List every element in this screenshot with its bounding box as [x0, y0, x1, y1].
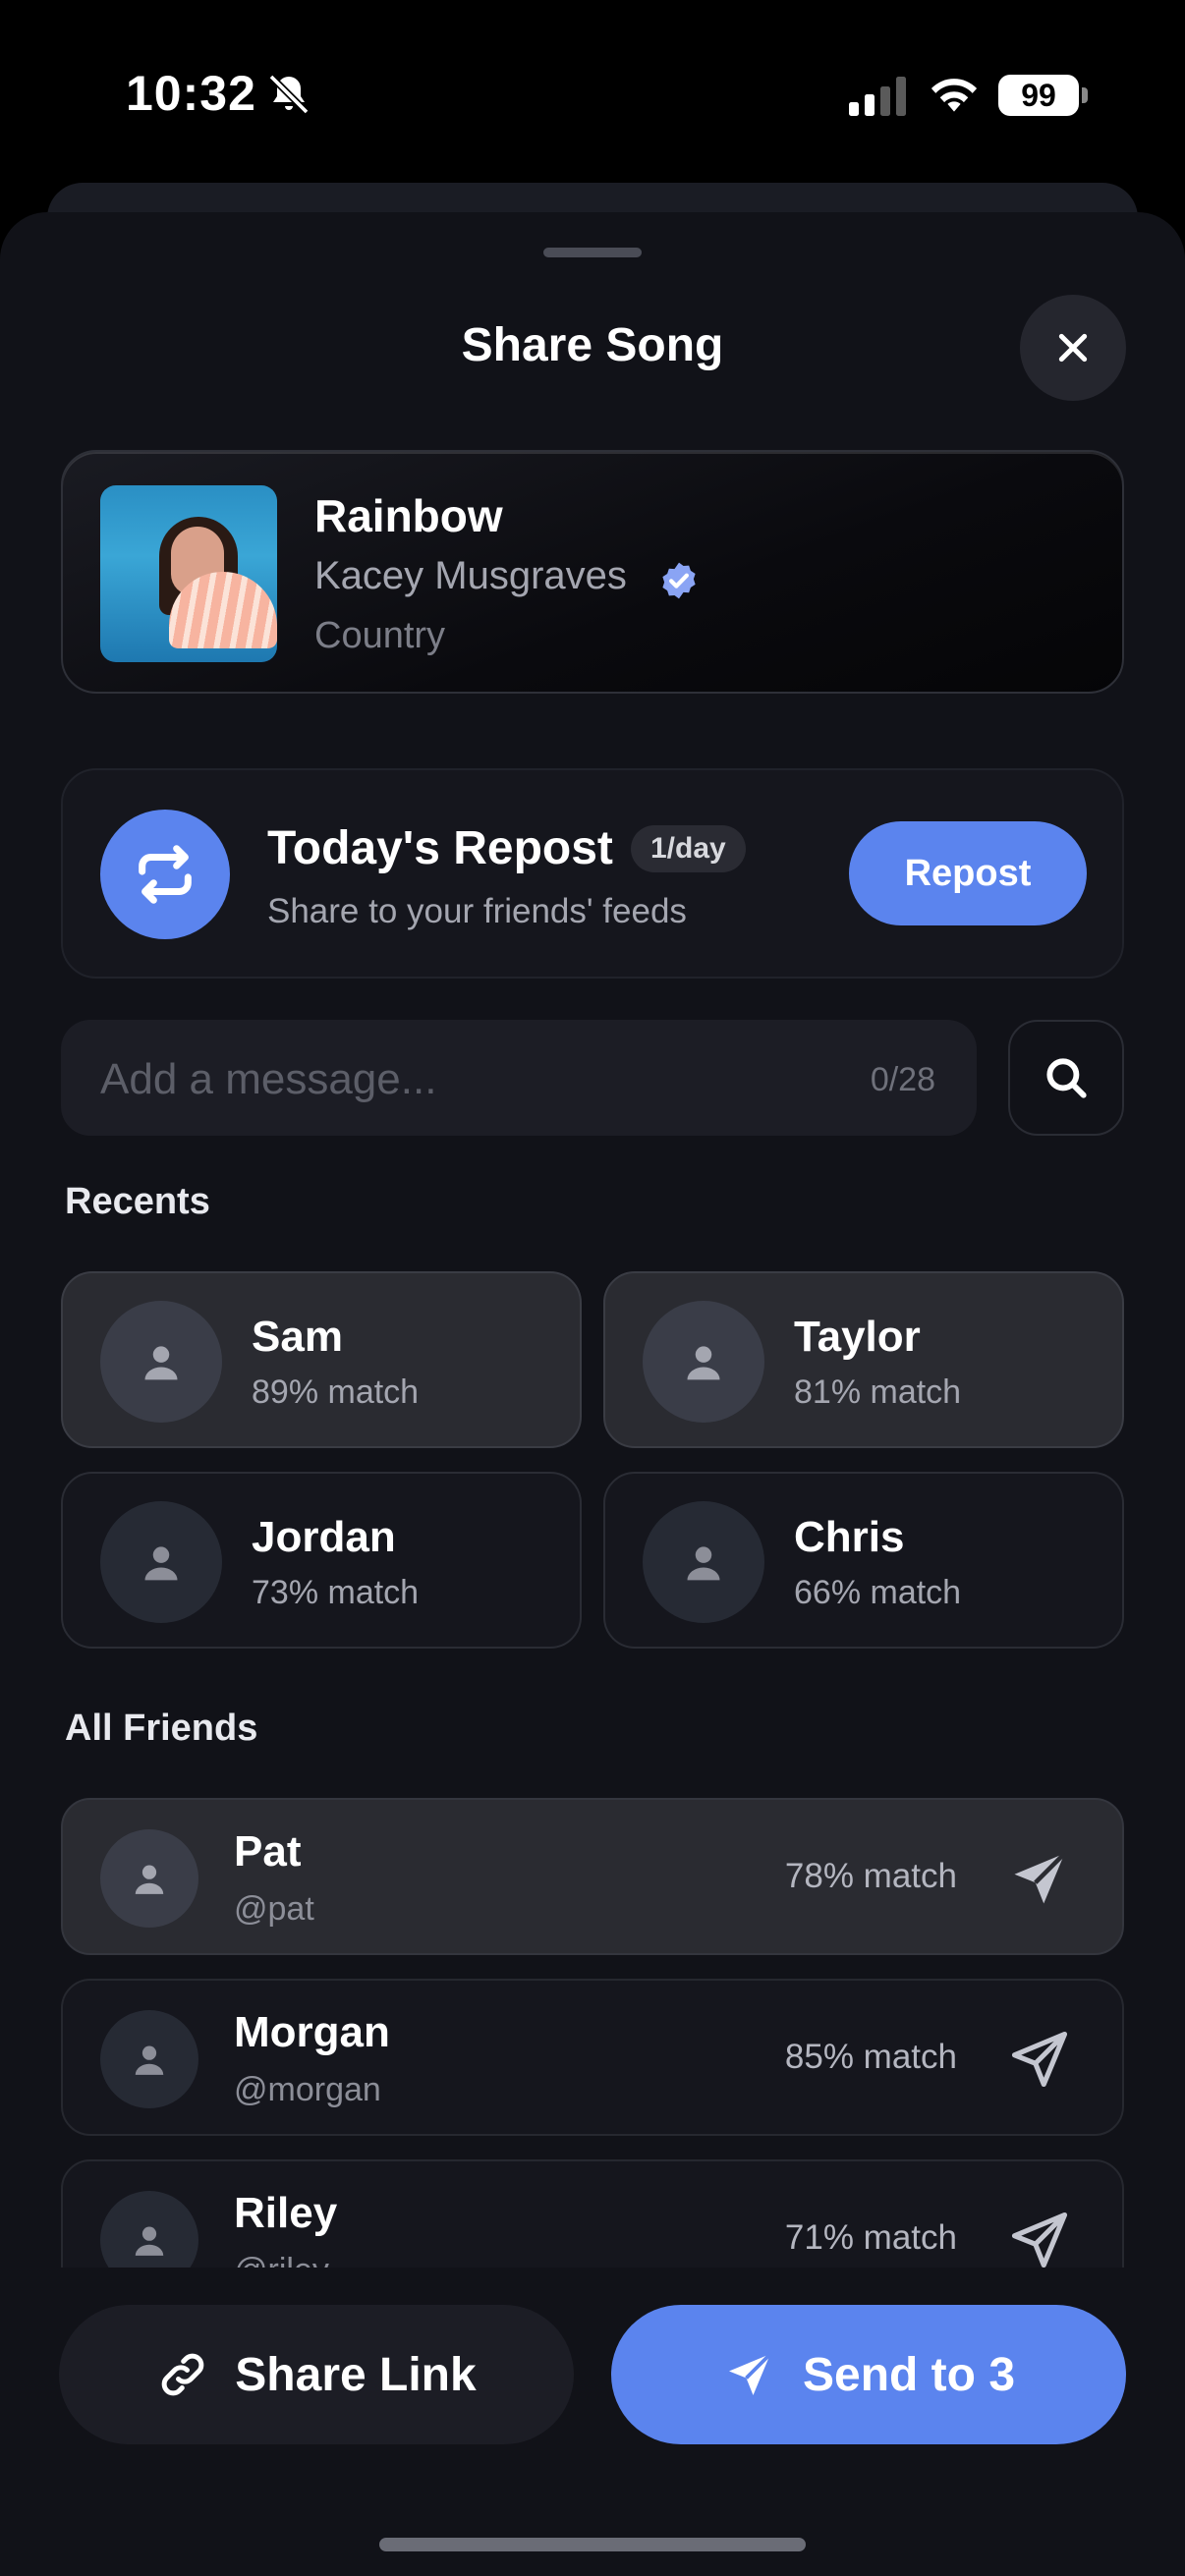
close-icon — [1058, 333, 1088, 363]
cellular-signal-icon — [849, 77, 906, 116]
recent-friend-card[interactable]: Taylor 81% match — [603, 1271, 1124, 1448]
share-link-button[interactable]: Share Link — [59, 2305, 574, 2444]
friend-match: 66% match — [794, 1574, 962, 1611]
person-icon — [135, 2045, 164, 2075]
status-time: 10:32 — [126, 66, 256, 121]
verified-badge-icon — [662, 562, 696, 599]
avatar — [100, 1829, 198, 1928]
avatar — [643, 1301, 764, 1423]
person-icon — [687, 1346, 720, 1380]
friend-match: 78% match — [784, 1857, 957, 1895]
avatar — [100, 2010, 198, 2108]
person-icon — [144, 1346, 178, 1380]
share-link-label: Share Link — [235, 2348, 477, 2401]
repost-icon — [100, 810, 230, 939]
song-genre: Country — [314, 615, 446, 656]
recent-friend-card[interactable]: Sam 89% match — [61, 1271, 582, 1448]
person-icon — [687, 1546, 720, 1581]
song-title: Rainbow — [314, 490, 503, 541]
repost-subtitle: Share to your friends' feeds — [267, 892, 687, 930]
friend-match: 89% match — [252, 1373, 420, 1411]
friend-name: Taylor — [794, 1313, 921, 1361]
friend-name: Sam — [252, 1313, 343, 1361]
album-art — [100, 485, 277, 662]
friends-list[interactable]: Pat @pat 78% match Morgan @morgan 85% ma… — [0, 1798, 1185, 2268]
send-icon[interactable] — [1006, 2207, 1073, 2268]
friend-row[interactable]: Morgan @morgan 85% match — [61, 1979, 1124, 2136]
repost-card: Today's Repost 1/day Share to your frien… — [61, 768, 1124, 979]
song-card: Rainbow Kacey Musgraves Country — [61, 450, 1124, 694]
person-icon — [135, 1865, 164, 1894]
message-placeholder: Add a message... — [100, 1055, 437, 1103]
avatar — [643, 1501, 764, 1623]
song-artist: Kacey Musgraves — [314, 554, 627, 597]
person-icon — [135, 2226, 164, 2256]
friend-handle: @riley — [234, 2252, 329, 2268]
send-filled-icon — [728, 2352, 772, 2395]
avatar — [100, 1501, 222, 1623]
friend-name: Chris — [794, 1513, 905, 1561]
friend-name: Morgan — [234, 2008, 390, 2056]
person-icon — [144, 1546, 178, 1581]
wifi-icon — [931, 79, 978, 112]
home-indicator[interactable] — [379, 2538, 806, 2551]
send-button[interactable]: Send to 3 — [611, 2305, 1126, 2444]
send-filled-icon[interactable] — [1006, 1845, 1073, 1912]
friend-handle: @pat — [234, 1890, 314, 1928]
repost-button[interactable]: Repost — [849, 821, 1087, 925]
all-friends-label: All Friends — [65, 1708, 258, 1749]
friend-name: Riley — [234, 2189, 338, 2237]
friend-row[interactable]: Riley @riley 71% match — [61, 2159, 1124, 2268]
sheet-title: Share Song — [461, 319, 724, 371]
friend-row[interactable]: Pat @pat 78% match — [61, 1798, 1124, 1955]
friend-match: 73% match — [252, 1574, 420, 1611]
repost-title: Today's Repost — [267, 822, 613, 874]
message-char-count: 0/28 — [870, 1061, 935, 1098]
send-label: Send to 3 — [802, 2348, 1016, 2401]
search-icon — [1046, 1058, 1087, 1098]
sheet-grabber[interactable] — [543, 248, 642, 257]
friend-name: Pat — [234, 1827, 302, 1876]
status-bar: 10:32 99 — [0, 0, 1185, 187]
recents-label: Recents — [65, 1181, 210, 1222]
friend-match: 85% match — [784, 2038, 957, 2076]
bell-slash-icon — [268, 74, 310, 115]
repost-limit-badge: 1/day — [631, 825, 746, 872]
friend-handle: @morgan — [234, 2071, 381, 2108]
friend-match: 81% match — [794, 1373, 962, 1411]
close-button[interactable] — [1020, 295, 1126, 401]
message-input[interactable]: Add a message... 0/28 — [61, 1020, 977, 1136]
friend-match: 71% match — [784, 2218, 957, 2257]
link-icon — [161, 2353, 204, 2396]
avatar — [100, 1301, 222, 1423]
search-button[interactable] — [1008, 1020, 1124, 1136]
send-icon[interactable] — [1006, 2026, 1073, 2093]
recent-friend-card[interactable]: Jordan 73% match — [61, 1472, 582, 1649]
friend-name: Jordan — [252, 1513, 396, 1561]
recent-friend-card[interactable]: Chris 66% match — [603, 1472, 1124, 1649]
avatar — [100, 2191, 198, 2268]
battery-icon: 99 — [998, 75, 1088, 116]
